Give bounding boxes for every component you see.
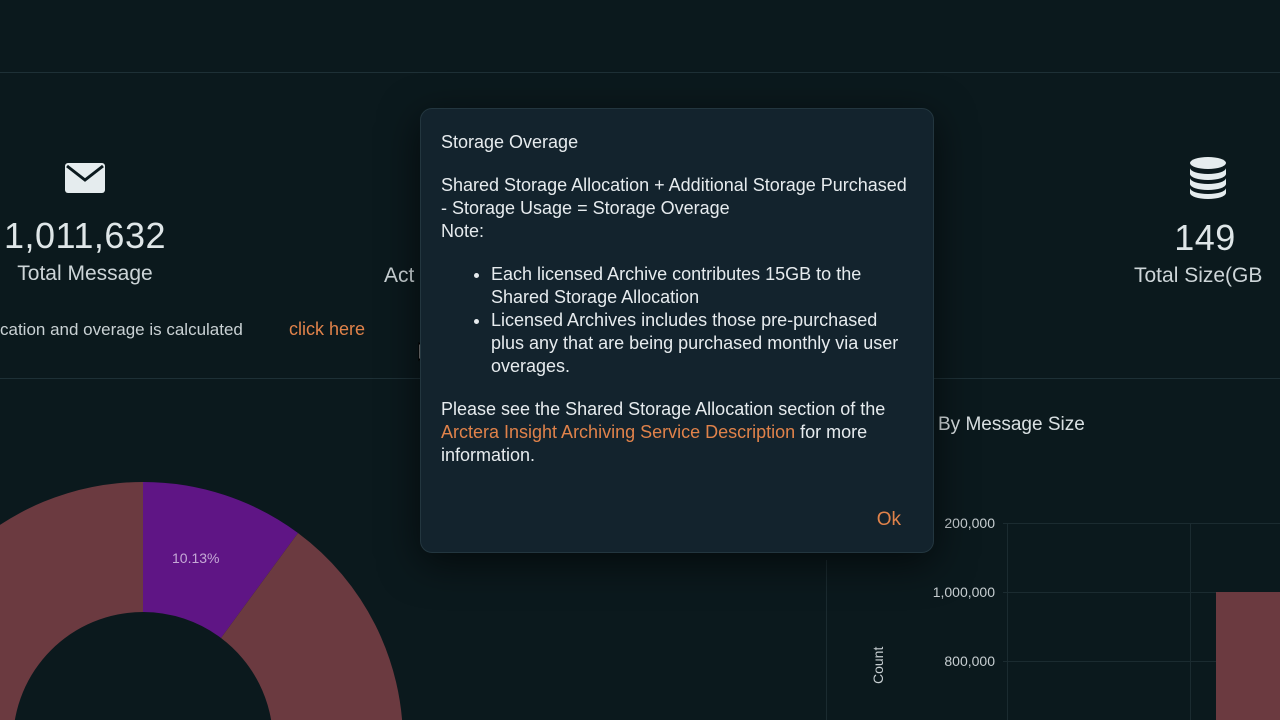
envelope-icon — [65, 163, 105, 193]
database-icon — [1190, 157, 1226, 199]
bar-chart-title: By Message Size — [938, 414, 1085, 435]
note-label: Note: — [441, 221, 485, 241]
grid-line — [1003, 523, 1280, 524]
top-divider — [0, 72, 1280, 73]
bullet-item: Each licensed Archive contributes 15GB t… — [491, 263, 913, 309]
stat-total-size: 149 Total Size(GB — [1130, 156, 1280, 290]
donut-chart: 10.13% — [0, 481, 403, 720]
stat-active: Act — [384, 262, 414, 290]
service-description-link[interactable]: Arctera Insight Archiving Service Descri… — [441, 422, 795, 442]
y-tick: 800,000 — [944, 653, 995, 669]
dialog-footer-text: Please see the Shared Storage Allocation… — [441, 398, 913, 467]
dialog-title: Storage Overage — [441, 132, 579, 152]
storage-overage-dialog: Storage Overage Shared Storage Allocatio… — [420, 108, 934, 553]
overage-info-text: cation and overage is calculated — [0, 320, 243, 339]
ok-button[interactable]: Ok — [871, 508, 907, 532]
grid-line — [1007, 523, 1008, 720]
storage-formula: Shared Storage Allocation + Additional S… — [441, 175, 907, 218]
total-size-label: Total Size(GB — [1134, 264, 1263, 287]
y-tick: 1,000,000 — [932, 584, 995, 600]
grid-line — [1190, 523, 1191, 720]
y-axis-label: Count — [870, 646, 886, 684]
note-bullets: Each licensed Archive contributes 15GB t… — [441, 263, 913, 378]
donut-slice-label: 10.13% — [172, 550, 219, 566]
click-here-link[interactable]: click here — [289, 319, 365, 340]
bullet-item: Licensed Archives includes those pre-pur… — [491, 309, 913, 378]
donut-slice-main[interactable] — [0, 482, 143, 720]
total-size-value: 149 — [1174, 217, 1236, 258]
total-message-value: 1,011,632 — [4, 215, 166, 256]
chart-divider — [826, 560, 827, 720]
stat-total-message: 1,011,632 Total Message — [0, 160, 170, 288]
bar[interactable] — [1216, 592, 1280, 720]
footer-prefix: Please see the Shared Storage Allocation… — [441, 399, 886, 419]
total-message-label: Total Message — [17, 262, 153, 285]
active-label: Act — [384, 264, 415, 287]
